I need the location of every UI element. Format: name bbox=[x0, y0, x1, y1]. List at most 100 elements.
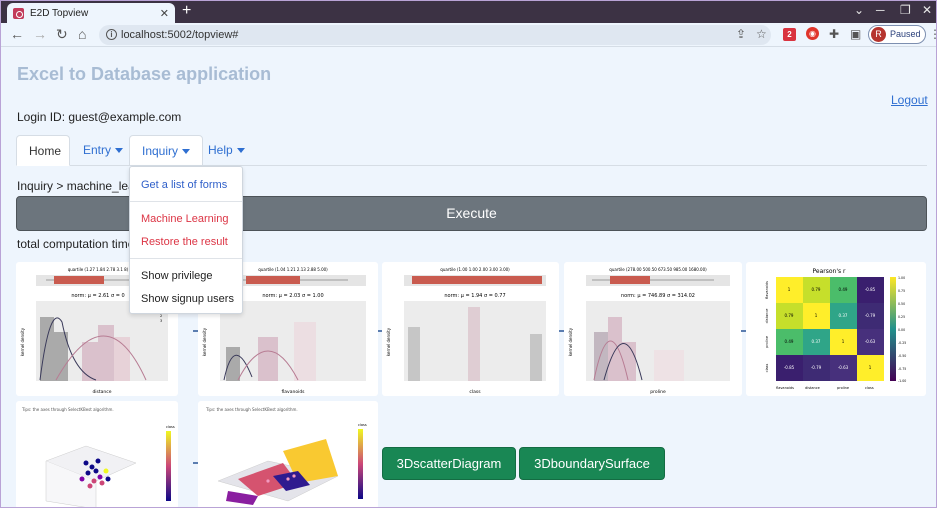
login-id: Login ID: guest@example.com bbox=[17, 110, 182, 124]
side-panel-icon[interactable]: ▣ bbox=[850, 27, 861, 41]
avatar: R bbox=[871, 27, 886, 42]
tab-entry-label: Entry bbox=[83, 143, 112, 157]
colorbar-tick: 0.75 bbox=[898, 289, 905, 293]
cell-value: -0.63 bbox=[838, 365, 849, 370]
colorbar bbox=[358, 429, 363, 499]
tab-inquiry[interactable]: Inquiry bbox=[129, 135, 204, 166]
breadcrumb: Inquiry > machine_lear bbox=[17, 179, 139, 193]
norm-label: norm: μ = 746.89 σ = 314.02 bbox=[621, 293, 695, 299]
tab-strip: E2D Topview ✕ + ⌄ ─ ❐ ✕ bbox=[1, 1, 936, 23]
colorbar-tick: 0.00 bbox=[898, 328, 905, 332]
cell-value: -0.79 bbox=[811, 365, 822, 370]
x-tick-label: class bbox=[865, 386, 874, 390]
cell-value: -0.85 bbox=[865, 287, 876, 292]
extension-badge-icon[interactable]: 2 bbox=[783, 28, 796, 41]
box-label: quartile (1.00 1.00 2.00 3.00 3.00) bbox=[440, 267, 510, 272]
inquiry-dropdown-menu: Get a list of forms Machine Learning Res… bbox=[129, 166, 243, 314]
nav-tabs: Home Entry Inquiry Help bbox=[16, 135, 927, 166]
colorbar-tick: -1.00 bbox=[898, 379, 906, 383]
tab-home[interactable]: Home bbox=[16, 135, 70, 166]
colorbar-tick: -0.50 bbox=[898, 354, 906, 358]
profile-button[interactable]: R Paused bbox=[868, 25, 926, 44]
menu-item-show-signup-users[interactable]: Show signup users bbox=[141, 293, 234, 305]
caret-down-icon bbox=[115, 148, 124, 154]
caret-down-icon bbox=[236, 148, 245, 154]
reload-icon[interactable]: ↻ bbox=[56, 26, 68, 43]
y-axis-label: kernel density bbox=[202, 327, 207, 356]
x-axis-label: proline bbox=[650, 389, 666, 395]
cell-value: 0.79 bbox=[785, 313, 794, 318]
box-label: quartile (1.04 1.21 2.13 2.88 5.00) bbox=[258, 267, 328, 272]
menu-item-show-privilege[interactable]: Show privilege bbox=[141, 270, 213, 282]
url-text: localhost:5002/topview# bbox=[121, 29, 239, 41]
tab-close-icon[interactable]: ✕ bbox=[160, 7, 169, 20]
bookmark-star-icon[interactable]: ☆ bbox=[756, 27, 767, 41]
tab-title: E2D Topview bbox=[30, 7, 89, 19]
class-distribution-chart: quartile (1.00 1.00 2.00 3.00 3.00) norm… bbox=[382, 262, 559, 396]
menu-item-get-list-of-forms[interactable]: Get a list of forms bbox=[141, 179, 227, 191]
minimize-icon[interactable]: ─ bbox=[876, 3, 885, 17]
logout-link[interactable]: Logout bbox=[891, 93, 928, 107]
colorbar bbox=[890, 277, 896, 381]
window-close-icon[interactable]: ✕ bbox=[922, 3, 932, 17]
y-tick-label: proline bbox=[765, 336, 769, 348]
cell-value: 1 bbox=[842, 339, 845, 344]
legend-item: 3 bbox=[160, 319, 162, 323]
x-tick-label: distance bbox=[805, 386, 820, 390]
tab-help-label: Help bbox=[208, 143, 233, 157]
3d-boundary-surface-button[interactable]: 3DboundarySurface bbox=[519, 447, 665, 480]
chevron-down-icon[interactable]: ⌄ bbox=[854, 3, 864, 17]
cell-value: 0.37 bbox=[812, 339, 821, 344]
y-axis-label: kernel density bbox=[386, 327, 391, 356]
cell-value: -0.79 bbox=[865, 313, 876, 318]
profile-status: Paused bbox=[890, 29, 921, 39]
browser-toolbar: ← → ↻ ⌂ i localhost:5002/topview# ⇪ ☆ 2 … bbox=[1, 23, 936, 47]
forward-arrow-icon[interactable]: → bbox=[33, 26, 47, 42]
back-arrow-icon[interactable]: ← bbox=[10, 26, 24, 42]
y-axis-label: kernel density bbox=[20, 327, 25, 356]
3d-boundary-surface-chart: Tips: the axes through SelectKBest algor… bbox=[198, 401, 378, 507]
menu-item-restore-result[interactable]: Restore the result bbox=[141, 236, 228, 248]
pearson-heatmap-chart: Pearson's r 1 0.79 0.49 -0.85 0.79 1 0.3… bbox=[746, 262, 926, 396]
more-menu-icon[interactable]: ⋮ bbox=[929, 27, 936, 41]
share-icon[interactable]: ⇪ bbox=[736, 27, 746, 41]
home-icon[interactable]: ⌂ bbox=[78, 26, 86, 42]
heatmap-title: Pearson's r bbox=[813, 268, 847, 275]
restore-icon[interactable]: ❐ bbox=[900, 3, 911, 17]
3d-scatter-chart: Tips: the axes through SelectKBest algor… bbox=[16, 401, 178, 507]
tab-entry[interactable]: Entry bbox=[71, 135, 135, 166]
puzzle-extensions-icon[interactable]: ✚ bbox=[829, 27, 839, 41]
browser-tab[interactable]: E2D Topview ✕ bbox=[7, 3, 175, 23]
colorbar-tick: 1.00 bbox=[898, 276, 905, 280]
y-tick-label: class bbox=[765, 363, 769, 372]
tip-text: Tips: the axes through SelectKBest algor… bbox=[205, 407, 298, 412]
legend-item: 2 bbox=[160, 314, 162, 318]
menu-item-machine-learning[interactable]: Machine Learning bbox=[141, 213, 228, 225]
app-favicon-icon bbox=[13, 7, 24, 19]
x-tick-label: proline bbox=[837, 386, 849, 390]
adblock-extension-icon[interactable]: ◉ bbox=[806, 27, 819, 40]
box-label: quartile (1.27 1.84 2.78 3.1 8) bbox=[68, 267, 129, 272]
tab-home-label: Home bbox=[29, 144, 62, 158]
x-tick-label: flavanoids bbox=[776, 386, 794, 390]
proline-distribution-chart: quartile (278.00 500.50 673.50 985.00 16… bbox=[564, 262, 742, 396]
norm-label: norm: μ = 2.03 σ = 1.00 bbox=[262, 293, 323, 299]
colorbar-tick: 0.50 bbox=[898, 302, 905, 306]
3d-scatter-diagram-button[interactable]: 3DscatterDiagram bbox=[382, 447, 516, 480]
colorbar-title: class bbox=[166, 425, 175, 429]
norm-label: norm: μ = 1.94 σ = 0.77 bbox=[444, 293, 505, 299]
new-tab-icon[interactable]: + bbox=[182, 2, 191, 20]
site-info-icon[interactable]: i bbox=[106, 29, 117, 40]
cell-value: 1 bbox=[869, 365, 872, 370]
page-title: Excel to Database application bbox=[17, 64, 272, 84]
cell-value: 0.49 bbox=[839, 287, 848, 292]
box-label: quartile (278.00 500.50 673.50 985.00 16… bbox=[609, 267, 707, 272]
page-content: Excel to Database application Logout Log… bbox=[1, 48, 936, 507]
tab-inquiry-label: Inquiry bbox=[142, 144, 179, 158]
caret-down-icon bbox=[182, 149, 191, 155]
cell-value: -0.85 bbox=[784, 365, 795, 370]
x-axis-label: class bbox=[469, 389, 481, 395]
address-bar[interactable]: i localhost:5002/topview# bbox=[99, 25, 771, 45]
tab-help[interactable]: Help bbox=[196, 135, 257, 166]
colorbar-tick: 0.25 bbox=[898, 315, 905, 319]
